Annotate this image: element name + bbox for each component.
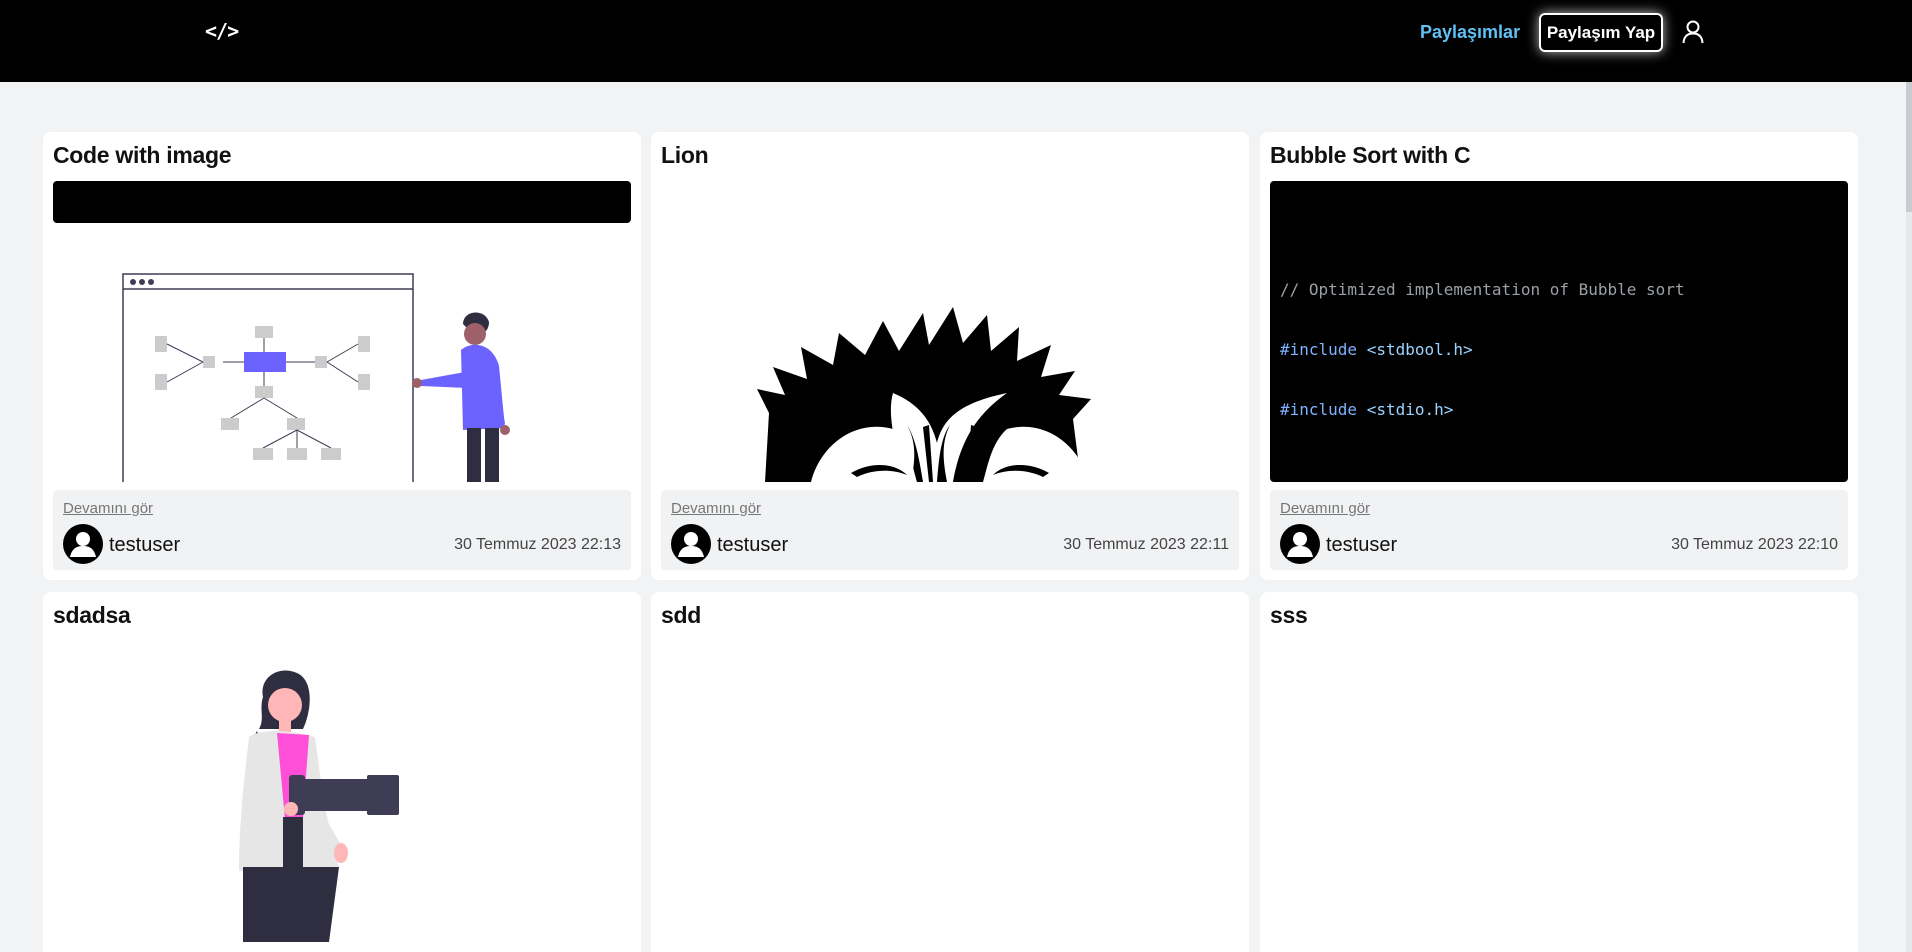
username[interactable]: testuser	[1326, 534, 1397, 557]
post-date: 30 Temmuz 2023 22:11	[1063, 536, 1229, 553]
post-footer: Devamını gör testuser 30 Temmuz 2023 22:…	[1270, 490, 1848, 570]
post-card: Bubble Sort with C // Optimized implemen…	[1260, 132, 1858, 580]
avatar[interactable]	[671, 524, 711, 564]
post-date: 30 Temmuz 2023 22:13	[454, 536, 621, 553]
post-footer: Devamını gör testuser 30 Temmuz 2023 22:…	[53, 490, 631, 570]
logo[interactable]: </>	[205, 19, 239, 43]
create-post-button[interactable]: Paylaşım Yap	[1539, 13, 1663, 52]
scrollbar[interactable]	[1906, 82, 1912, 952]
avatar[interactable]	[1280, 524, 1320, 564]
post-footer: Devamını gör testuser 30 Temmuz 2023 22:…	[661, 490, 1239, 570]
see-more-link[interactable]: Devamını gör	[63, 500, 153, 517]
see-more-link[interactable]: Devamını gör	[1280, 500, 1370, 517]
post-card: Code with image printf("Hello world!");	[43, 132, 641, 580]
post-card: Lion Devamını gör testuser 30 Temmuz 202…	[651, 132, 1249, 580]
nav-posts-link[interactable]: Paylaşımlar	[1420, 22, 1520, 43]
navbar: </> Paylaşımlar Paylaşım Yap	[0, 0, 1912, 82]
code-block: printf("Hello world!");	[53, 181, 631, 223]
post-title[interactable]: sss	[1270, 602, 1308, 629]
see-more-link[interactable]: Devamını gör	[671, 500, 761, 517]
post-image	[53, 641, 631, 942]
post-title[interactable]: Bubble Sort with C	[1270, 142, 1471, 169]
post-title[interactable]: Lion	[661, 142, 709, 169]
post-card: sdd	[651, 592, 1249, 952]
post-card: sss	[1260, 592, 1858, 952]
username[interactable]: testuser	[109, 534, 180, 557]
scrollbar-thumb[interactable]	[1906, 82, 1912, 212]
post-title[interactable]: sdadsa	[53, 602, 131, 629]
post-image	[53, 232, 631, 482]
post-title[interactable]: sdd	[661, 602, 701, 629]
username[interactable]: testuser	[717, 534, 788, 557]
post-date: 30 Temmuz 2023 22:10	[1671, 536, 1838, 553]
post-card: sdadsa	[43, 592, 641, 952]
user-icon[interactable]	[1682, 20, 1704, 44]
avatar[interactable]	[63, 524, 103, 564]
post-image	[661, 181, 1239, 482]
post-title[interactable]: Code with image	[53, 142, 232, 169]
code-block: // Optimized implementation of Bubble so…	[1270, 181, 1848, 482]
